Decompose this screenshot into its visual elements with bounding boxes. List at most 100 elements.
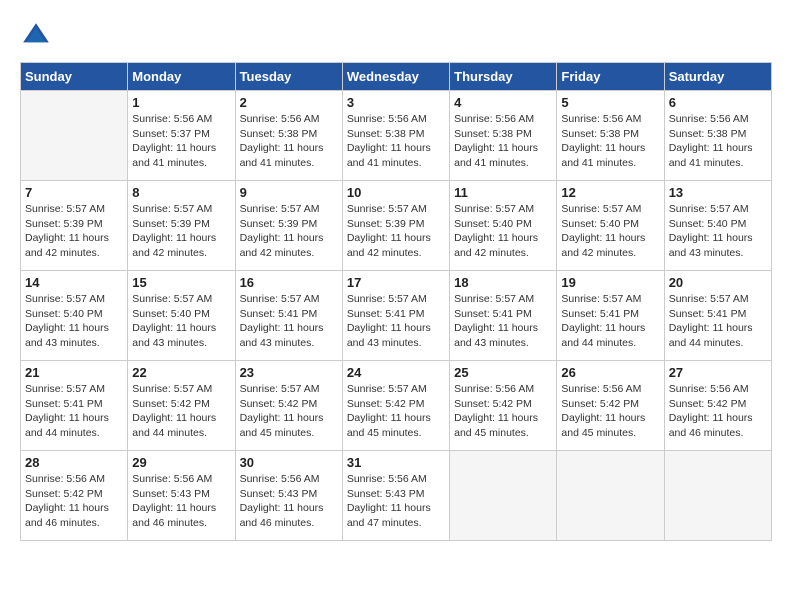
day-number: 25 (454, 365, 552, 380)
day-number: 13 (669, 185, 767, 200)
day-info: Sunrise: 5:57 AM Sunset: 5:40 PM Dayligh… (132, 292, 230, 351)
day-number: 22 (132, 365, 230, 380)
calendar-cell: 4 Sunrise: 5:56 AM Sunset: 5:38 PM Daylig… (450, 91, 557, 181)
calendar-cell: 1 Sunrise: 5:56 AM Sunset: 5:37 PM Daylig… (128, 91, 235, 181)
day-info: Sunrise: 5:56 AM Sunset: 5:42 PM Dayligh… (454, 382, 552, 441)
calendar-week-row: 14Sunrise: 5:57 AM Sunset: 5:40 PM Dayli… (21, 271, 772, 361)
day-info: Sunrise: 5:57 AM Sunset: 5:39 PM Dayligh… (132, 202, 230, 261)
day-info: Sunrise: 5:56 AM Sunset: 5:42 PM Dayligh… (561, 382, 659, 441)
day-info: Sunrise: 5:56 AM Sunset: 5:38 PM Dayligh… (561, 112, 659, 171)
weekday-header-wednesday: Wednesday (342, 63, 449, 91)
day-number: 4 (454, 95, 552, 110)
day-info: Sunrise: 5:56 AM Sunset: 5:42 PM Dayligh… (25, 472, 123, 531)
day-number: 9 (240, 185, 338, 200)
calendar-cell: 10 Sunrise: 5:57 AM Sunset: 5:39 PM Dayli… (342, 181, 449, 271)
day-info: Sunrise: 5:57 AM Sunset: 5:40 PM Dayligh… (669, 202, 767, 261)
calendar-cell: 12Sunrise: 5:57 AM Sunset: 5:40 PM Dayli… (557, 181, 664, 271)
day-number: 23 (240, 365, 338, 380)
calendar-cell: 9 Sunrise: 5:57 AM Sunset: 5:39 PM Daylig… (235, 181, 342, 271)
calendar-week-row: 1 Sunrise: 5:56 AM Sunset: 5:37 PM Daylig… (21, 91, 772, 181)
calendar-cell: 14Sunrise: 5:57 AM Sunset: 5:40 PM Dayli… (21, 271, 128, 361)
page-header (20, 20, 772, 52)
day-number: 15 (132, 275, 230, 290)
day-number: 1 (132, 95, 230, 110)
calendar-cell: 22Sunrise: 5:57 AM Sunset: 5:42 PM Dayli… (128, 361, 235, 451)
calendar-cell: 19Sunrise: 5:57 AM Sunset: 5:41 PM Dayli… (557, 271, 664, 361)
calendar-cell: 23 Sunrise: 5:57 AM Sunset: 5:42 PM Dayli… (235, 361, 342, 451)
day-info: Sunrise: 5:57 AM Sunset: 5:42 PM Dayligh… (240, 382, 338, 441)
weekday-header-row: SundayMondayTuesdayWednesdayThursdayFrid… (21, 63, 772, 91)
day-info: Sunrise: 5:56 AM Sunset: 5:42 PM Dayligh… (669, 382, 767, 441)
day-number: 3 (347, 95, 445, 110)
calendar-cell: 25 Sunrise: 5:56 AM Sunset: 5:42 PM Dayli… (450, 361, 557, 451)
calendar-cell: 3Sunrise: 5:56 AM Sunset: 5:38 PM Daylig… (342, 91, 449, 181)
day-number: 24 (347, 365, 445, 380)
day-number: 21 (25, 365, 123, 380)
calendar-week-row: 21 Sunrise: 5:57 AM Sunset: 5:41 PM Dayli… (21, 361, 772, 451)
calendar-cell (450, 451, 557, 541)
weekday-header-monday: Monday (128, 63, 235, 91)
day-info: Sunrise: 5:57 AM Sunset: 5:41 PM Dayligh… (25, 382, 123, 441)
day-number: 19 (561, 275, 659, 290)
day-number: 16 (240, 275, 338, 290)
day-info: Sunrise: 5:57 AM Sunset: 5:40 PM Dayligh… (25, 292, 123, 351)
calendar-cell: 16 Sunrise: 5:57 AM Sunset: 5:41 PM Dayli… (235, 271, 342, 361)
logo-icon (20, 20, 52, 52)
logo (20, 20, 56, 52)
weekday-header-thursday: Thursday (450, 63, 557, 91)
day-number: 29 (132, 455, 230, 470)
day-info: Sunrise: 5:57 AM Sunset: 5:39 PM Dayligh… (25, 202, 123, 261)
day-number: 30 (240, 455, 338, 470)
calendar-table: SundayMondayTuesdayWednesdayThursdayFrid… (20, 62, 772, 541)
calendar-cell: 5 Sunrise: 5:56 AM Sunset: 5:38 PM Daylig… (557, 91, 664, 181)
day-number: 5 (561, 95, 659, 110)
calendar-cell: 11 Sunrise: 5:57 AM Sunset: 5:40 PM Dayli… (450, 181, 557, 271)
day-number: 2 (240, 95, 338, 110)
calendar-cell: 29 Sunrise: 5:56 AM Sunset: 5:43 PM Dayli… (128, 451, 235, 541)
weekday-header-tuesday: Tuesday (235, 63, 342, 91)
calendar-cell (557, 451, 664, 541)
day-info: Sunrise: 5:56 AM Sunset: 5:38 PM Dayligh… (454, 112, 552, 171)
calendar-cell: 13 Sunrise: 5:57 AM Sunset: 5:40 PM Dayli… (664, 181, 771, 271)
day-number: 20 (669, 275, 767, 290)
day-info: Sunrise: 5:57 AM Sunset: 5:39 PM Dayligh… (240, 202, 338, 261)
calendar-cell: 6Sunrise: 5:56 AM Sunset: 5:38 PM Daylig… (664, 91, 771, 181)
calendar-cell: 7 Sunrise: 5:57 AM Sunset: 5:39 PM Daylig… (21, 181, 128, 271)
day-info: Sunrise: 5:56 AM Sunset: 5:38 PM Dayligh… (240, 112, 338, 171)
day-number: 6 (669, 95, 767, 110)
calendar-cell: 27 Sunrise: 5:56 AM Sunset: 5:42 PM Dayli… (664, 361, 771, 451)
calendar-cell: 24 Sunrise: 5:57 AM Sunset: 5:42 PM Dayli… (342, 361, 449, 451)
day-info: Sunrise: 5:56 AM Sunset: 5:43 PM Dayligh… (132, 472, 230, 531)
day-info: Sunrise: 5:57 AM Sunset: 5:41 PM Dayligh… (669, 292, 767, 351)
day-info: Sunrise: 5:56 AM Sunset: 5:43 PM Dayligh… (240, 472, 338, 531)
day-number: 11 (454, 185, 552, 200)
day-info: Sunrise: 5:57 AM Sunset: 5:39 PM Dayligh… (347, 202, 445, 261)
day-info: Sunrise: 5:57 AM Sunset: 5:41 PM Dayligh… (347, 292, 445, 351)
calendar-week-row: 7 Sunrise: 5:57 AM Sunset: 5:39 PM Daylig… (21, 181, 772, 271)
day-number: 27 (669, 365, 767, 380)
calendar-cell: 21 Sunrise: 5:57 AM Sunset: 5:41 PM Dayli… (21, 361, 128, 451)
calendar-cell (664, 451, 771, 541)
weekday-header-saturday: Saturday (664, 63, 771, 91)
calendar-cell: 28 Sunrise: 5:56 AM Sunset: 5:42 PM Dayli… (21, 451, 128, 541)
day-info: Sunrise: 5:57 AM Sunset: 5:42 PM Dayligh… (347, 382, 445, 441)
calendar-cell: 31 Sunrise: 5:56 AM Sunset: 5:43 PM Dayli… (342, 451, 449, 541)
weekday-header-friday: Friday (557, 63, 664, 91)
day-number: 26 (561, 365, 659, 380)
weekday-header-sunday: Sunday (21, 63, 128, 91)
calendar-cell: 8 Sunrise: 5:57 AM Sunset: 5:39 PM Daylig… (128, 181, 235, 271)
day-info: Sunrise: 5:56 AM Sunset: 5:43 PM Dayligh… (347, 472, 445, 531)
day-number: 10 (347, 185, 445, 200)
day-info: Sunrise: 5:57 AM Sunset: 5:40 PM Dayligh… (454, 202, 552, 261)
day-number: 18 (454, 275, 552, 290)
day-number: 8 (132, 185, 230, 200)
calendar-cell: 26 Sunrise: 5:56 AM Sunset: 5:42 PM Dayli… (557, 361, 664, 451)
day-number: 28 (25, 455, 123, 470)
calendar-cell: 30 Sunrise: 5:56 AM Sunset: 5:43 PM Dayli… (235, 451, 342, 541)
calendar-cell (21, 91, 128, 181)
day-number: 31 (347, 455, 445, 470)
day-number: 7 (25, 185, 123, 200)
day-info: Sunrise: 5:56 AM Sunset: 5:37 PM Dayligh… (132, 112, 230, 171)
calendar-week-row: 28 Sunrise: 5:56 AM Sunset: 5:42 PM Dayli… (21, 451, 772, 541)
day-info: Sunrise: 5:57 AM Sunset: 5:41 PM Dayligh… (240, 292, 338, 351)
